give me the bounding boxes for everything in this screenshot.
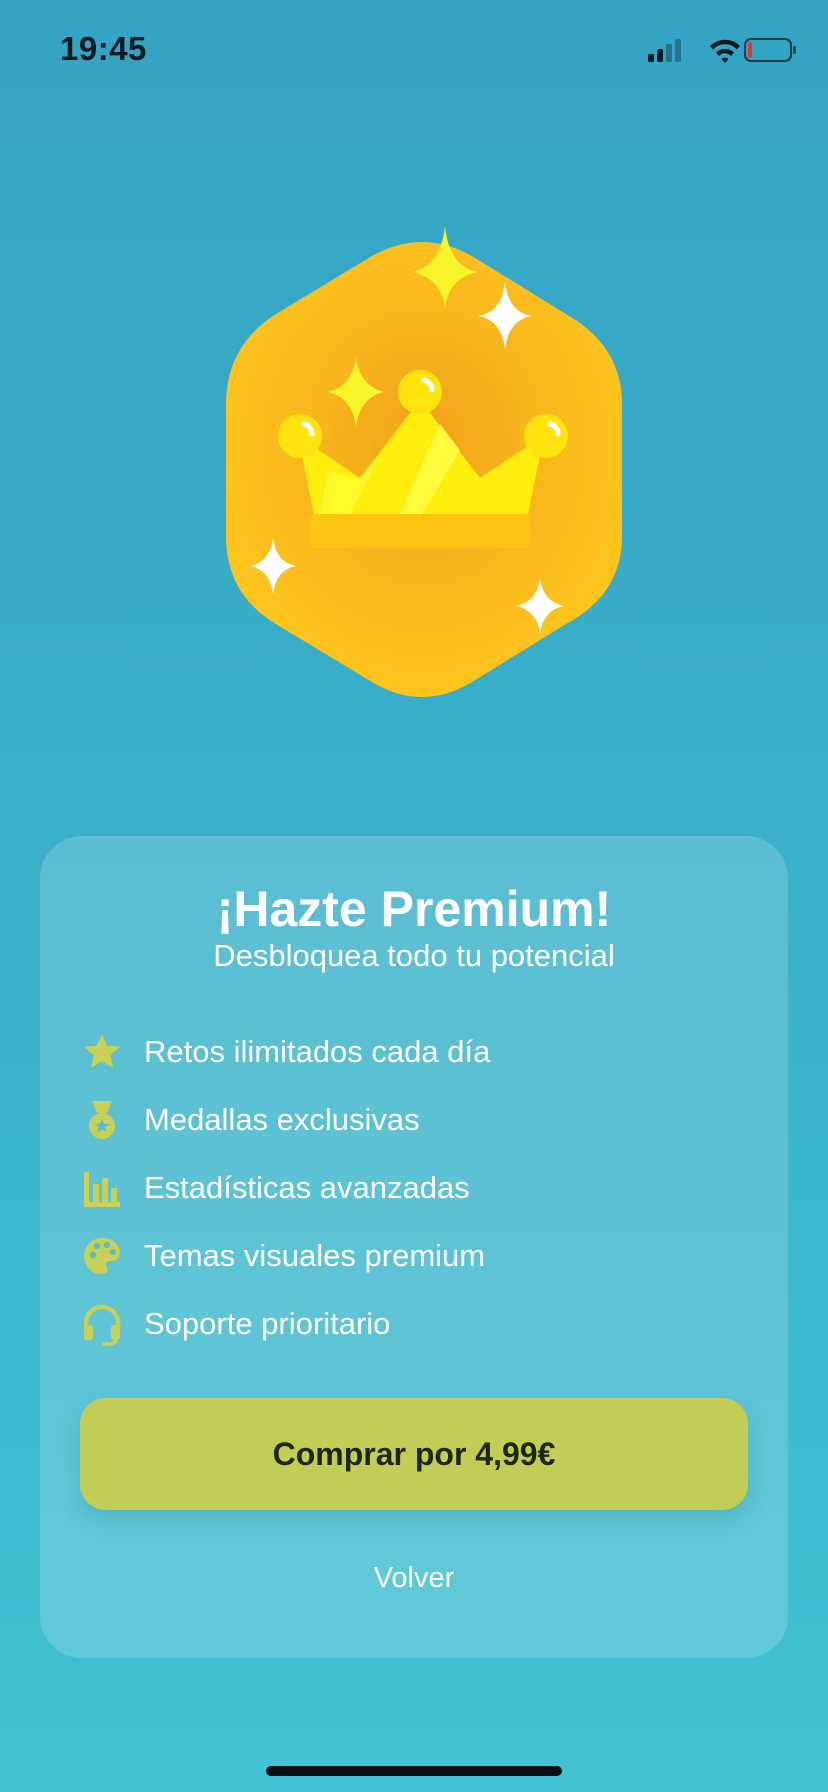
status-icons: [646, 36, 796, 64]
feature-item: Soporte prioritario: [80, 1290, 748, 1358]
feature-label: Retos ilimitados cada día: [144, 1034, 491, 1069]
feature-item: Retos ilimitados cada día: [80, 1018, 748, 1086]
premium-crown-badge: [210, 210, 630, 710]
buy-button[interactable]: Comprar por 4,99€: [80, 1398, 748, 1510]
battery-low-icon: [744, 38, 796, 62]
feature-list: Retos ilimitados cada día Medallas exclu…: [80, 1018, 748, 1358]
home-indicator[interactable]: [266, 1766, 562, 1776]
star-icon: [80, 1030, 124, 1074]
medal-icon: [80, 1098, 124, 1142]
palette-icon: [80, 1234, 124, 1278]
status-time: 19:45: [60, 30, 147, 67]
feature-item: Temas visuales premium: [80, 1222, 748, 1290]
feature-label: Temas visuales premium: [144, 1238, 486, 1273]
feature-label: Medallas exclusivas: [144, 1102, 420, 1137]
bar-chart-icon: [80, 1166, 124, 1210]
back-link[interactable]: Volver: [40, 1562, 788, 1595]
status-bar: 19:45: [0, 0, 828, 100]
cellular-signal-icon: [648, 39, 681, 62]
premium-card: ¡Hazte Premium! Desbloquea todo tu poten…: [40, 836, 788, 1658]
feature-label: Soporte prioritario: [144, 1306, 391, 1341]
headset-icon: [80, 1302, 124, 1346]
feature-item: Medallas exclusivas: [80, 1086, 748, 1154]
card-title: ¡Hazte Premium!: [216, 881, 612, 937]
feature-item: Estadísticas avanzadas: [80, 1154, 748, 1222]
card-subtitle: Desbloquea todo tu potencial: [213, 938, 615, 973]
wifi-icon: [710, 39, 740, 63]
feature-label: Estadísticas avanzadas: [144, 1170, 470, 1205]
